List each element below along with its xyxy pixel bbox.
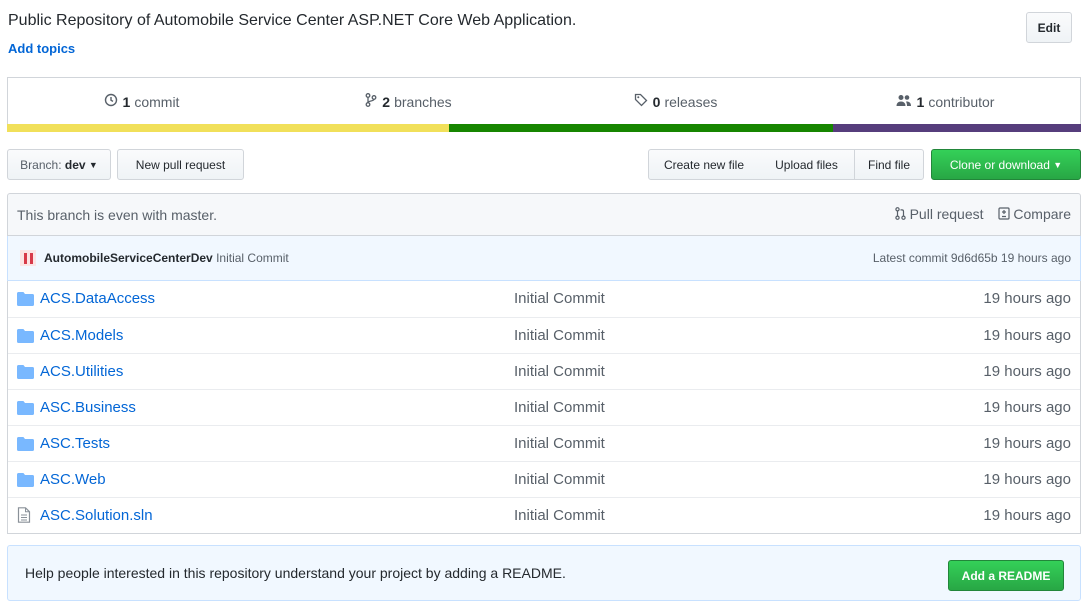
add-readme-button[interactable]: Add a README xyxy=(948,560,1064,591)
readme-banner: Help people interested in this repositor… xyxy=(7,545,1081,601)
file-row: ASC.Tests Initial Commit 19 hours ago xyxy=(8,425,1080,461)
file-row: ACS.Utilities Initial Commit 19 hours ago xyxy=(8,353,1080,389)
clone-label: Clone or download xyxy=(949,157,1050,172)
file-name-link[interactable]: ACS.Models xyxy=(40,327,123,344)
file-list: ACS.DataAccess Initial Commit 19 hours ago… xyxy=(7,281,1081,534)
file-commit-message[interactable]: Initial Commit xyxy=(514,507,605,524)
folder-icon xyxy=(17,473,34,487)
folder-icon xyxy=(17,329,34,343)
find-file-button[interactable]: Find file xyxy=(854,149,924,180)
file-commit-message[interactable]: Initial Commit xyxy=(514,399,605,416)
branch-label: branches xyxy=(394,93,452,110)
file-name-link[interactable]: ASC.Web xyxy=(40,471,106,488)
caret-down-icon: ▼ xyxy=(1053,159,1063,170)
history-icon xyxy=(104,93,118,110)
compare-link[interactable]: Compare xyxy=(997,206,1071,222)
repo-description: Public Repository of Automobile Service … xyxy=(8,12,577,29)
folder-icon xyxy=(17,365,34,379)
file-commit-message[interactable]: Initial Commit xyxy=(514,327,605,344)
summary-contributors[interactable]: 1 contributor xyxy=(809,78,1081,125)
file-name-link[interactable]: ACS.Utilities xyxy=(40,363,123,380)
release-count: 0 xyxy=(652,93,661,110)
file-age: 19 hours ago xyxy=(983,399,1071,416)
create-new-file-button[interactable]: Create new file xyxy=(648,149,760,180)
file-age: 19 hours ago xyxy=(983,327,1071,344)
compare-label: Compare xyxy=(1013,206,1071,222)
commit-count: 1 xyxy=(122,93,131,110)
language-bar-segment[interactable] xyxy=(7,124,449,132)
file-name-link[interactable]: ASC.Business xyxy=(40,399,136,416)
file-row: ASC.Solution.sln Initial Commit 19 hours a… xyxy=(8,497,1080,533)
folder-icon xyxy=(17,292,34,306)
latest-commit-bar: AutomobileServiceCenterDev Initial Commi… xyxy=(7,236,1081,281)
file-age: 19 hours ago xyxy=(983,507,1071,524)
branch-prefix: Branch: xyxy=(20,157,62,172)
file-age: 19 hours ago xyxy=(983,471,1071,488)
file-commit-message[interactable]: Initial Commit xyxy=(514,290,605,307)
release-label: releases xyxy=(664,93,718,110)
branch-status-bar: This branch is even with master. Pull re… xyxy=(7,193,1081,236)
file-name-link[interactable]: ASC.Solution.sln xyxy=(40,507,153,524)
folder-icon xyxy=(17,401,34,415)
file-row: ASC.Business Initial Commit 19 hours ago xyxy=(8,389,1080,425)
file-row: ACS.Models Initial Commit 19 hours ago xyxy=(8,317,1080,353)
summary-commits[interactable]: 1 commit xyxy=(8,78,275,125)
people-icon xyxy=(896,94,912,110)
summary-branches[interactable]: 2 branches xyxy=(275,78,542,125)
file-age: 19 hours ago xyxy=(983,363,1071,380)
branch-name: dev xyxy=(64,157,86,172)
commit-author[interactable]: AutomobileServiceCenterDev xyxy=(44,251,213,265)
folder-icon xyxy=(17,437,34,451)
avatar[interactable] xyxy=(20,250,36,266)
pull-request-link[interactable]: Pull request xyxy=(894,206,984,222)
file-commit-message[interactable]: Initial Commit xyxy=(514,435,605,452)
file-commit-message[interactable]: Initial Commit xyxy=(514,471,605,488)
contributor-label: contributor xyxy=(928,93,995,110)
pull-request-label: Pull request xyxy=(909,206,984,222)
file-row: ACS.DataAccess Initial Commit 19 hours ago xyxy=(8,281,1080,317)
language-bar-segment[interactable] xyxy=(449,124,833,132)
file-name-link[interactable]: ASC.Tests xyxy=(40,435,110,452)
clone-or-download-button[interactable]: Clone or download ▼ xyxy=(931,149,1081,180)
add-topics-link[interactable]: Add topics xyxy=(8,41,75,56)
tag-icon xyxy=(634,93,648,110)
compare-icon xyxy=(997,207,1010,220)
file-name-link[interactable]: ACS.DataAccess xyxy=(40,290,155,307)
upload-files-button[interactable]: Upload files xyxy=(759,149,855,180)
branch-icon xyxy=(365,93,377,110)
language-bar-segment[interactable] xyxy=(833,124,1081,132)
file-commit-message[interactable]: Initial Commit xyxy=(514,363,605,380)
caret-down-icon: ▼ xyxy=(88,159,98,170)
summary-releases[interactable]: 0 releases xyxy=(542,78,809,125)
file-age: 19 hours ago xyxy=(983,290,1071,307)
file-icon xyxy=(17,507,34,523)
commit-message[interactable]: Initial Commit xyxy=(216,251,289,265)
pull-request-icon xyxy=(894,207,906,220)
readme-prompt-text: Help people interested in this repositor… xyxy=(25,565,566,581)
latest-commit-summary[interactable]: Latest commit 9d6d65b 19 hours ago xyxy=(873,251,1071,265)
commit-title: AutomobileServiceCenterDev Initial Commi… xyxy=(44,251,289,265)
branch-select[interactable]: Branch: dev ▼ xyxy=(7,149,111,180)
commit-label: commit xyxy=(134,93,180,110)
branch-count: 2 xyxy=(382,93,391,110)
file-age: 19 hours ago xyxy=(983,435,1071,452)
edit-button[interactable]: Edit xyxy=(1026,12,1072,43)
file-row: ASC.Web Initial Commit 19 hours ago xyxy=(8,461,1080,497)
new-pull-request-button[interactable]: New pull request xyxy=(117,149,244,180)
branch-status-text: This branch is even with master. xyxy=(17,207,217,223)
contributor-count: 1 xyxy=(916,93,925,110)
